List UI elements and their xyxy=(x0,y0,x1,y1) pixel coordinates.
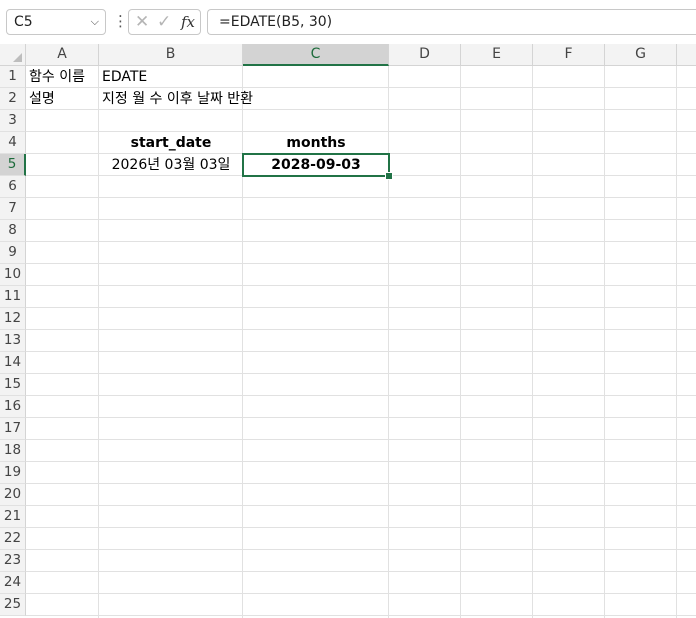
column-header-b[interactable]: B xyxy=(99,44,243,66)
row-header-8[interactable]: 8 xyxy=(0,220,26,242)
row-header-16[interactable]: 16 xyxy=(0,396,26,418)
cell-b2[interactable]: 지정 월 수 이후 날짜 반환 xyxy=(102,88,253,110)
spreadsheet-grid: A B C D E F G 1 2 3 4 5 6 7 8 9 10 11 12 13 14 15 16 17 1… xyxy=(0,44,696,618)
column-header-g[interactable]: G xyxy=(605,44,677,66)
enter-icon[interactable]: ✓ xyxy=(157,10,171,34)
row-header-13[interactable]: 13 xyxy=(0,330,26,352)
column-header-partial[interactable] xyxy=(677,44,696,66)
row-header-4[interactable]: 4 xyxy=(0,132,26,154)
row-header-18[interactable]: 18 xyxy=(0,440,26,462)
cell-c4[interactable]: months xyxy=(243,132,389,154)
row-header-15[interactable]: 15 xyxy=(0,374,26,396)
row-header-21[interactable]: 21 xyxy=(0,506,26,528)
row-header-25[interactable]: 25 xyxy=(0,594,26,616)
row-header-2[interactable]: 2 xyxy=(0,88,26,110)
cancel-icon[interactable]: ✕ xyxy=(135,10,149,34)
formula-buttons: ✕ ✓ fx xyxy=(128,9,201,35)
row-header-5[interactable]: 5 xyxy=(0,154,26,176)
cell-b5[interactable]: 2026년 03월 03일 xyxy=(99,154,243,176)
row-header-6[interactable]: 6 xyxy=(0,176,26,198)
row-header-22[interactable]: 22 xyxy=(0,528,26,550)
name-box-value: C5 xyxy=(14,14,33,30)
row-header-14[interactable]: 14 xyxy=(0,352,26,374)
row-header-9[interactable]: 9 xyxy=(0,242,26,264)
row-header-20[interactable]: 20 xyxy=(0,484,26,506)
row-header-10[interactable]: 10 xyxy=(0,264,26,286)
row-header-23[interactable]: 23 xyxy=(0,550,26,572)
select-all-button[interactable] xyxy=(0,44,26,66)
chevron-down-icon[interactable]: ⌵ xyxy=(91,10,99,34)
row-header-19[interactable]: 19 xyxy=(0,462,26,484)
row-header-17[interactable]: 17 xyxy=(0,418,26,440)
column-header-a[interactable]: A xyxy=(26,44,99,66)
name-box[interactable]: C5 ⌵ xyxy=(6,9,106,35)
row-header-3[interactable]: 3 xyxy=(0,110,26,132)
formula-bar: C5 ⌵ ⋮ ✕ ✓ fx =EDATE(B5, 30) xyxy=(0,0,696,44)
formula-input[interactable]: =EDATE(B5, 30) xyxy=(207,9,696,35)
column-header-c[interactable]: C xyxy=(243,44,389,66)
column-header-e[interactable]: E xyxy=(461,44,533,66)
cell-a2[interactable]: 설명 xyxy=(29,88,55,110)
cell-b1[interactable]: EDATE xyxy=(102,66,147,88)
row-header-24[interactable]: 24 xyxy=(0,572,26,594)
cell-a1[interactable]: 함수 이름 xyxy=(29,66,85,88)
column-header-d[interactable]: D xyxy=(389,44,461,66)
active-cell-selection xyxy=(242,153,390,177)
row-header-12[interactable]: 12 xyxy=(0,308,26,330)
row-header-11[interactable]: 11 xyxy=(0,286,26,308)
row-header-7[interactable]: 7 xyxy=(0,198,26,220)
insert-function-icon[interactable]: fx xyxy=(181,10,195,34)
cell-b4[interactable]: start_date xyxy=(99,132,243,154)
column-header-f[interactable]: F xyxy=(533,44,605,66)
row-header-1[interactable]: 1 xyxy=(0,66,26,88)
fill-handle[interactable] xyxy=(385,172,393,180)
more-options-icon[interactable]: ⋮ xyxy=(113,10,128,32)
